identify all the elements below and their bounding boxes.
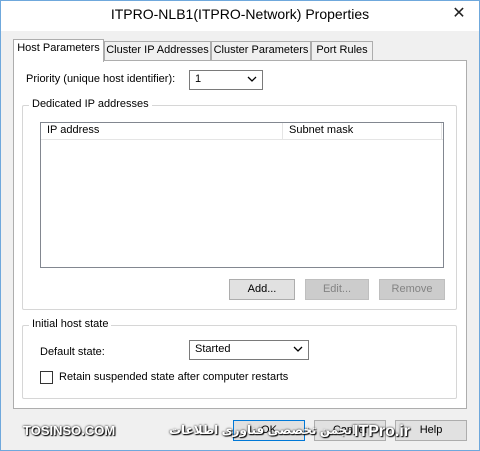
dedicated-ip-group: Dedicated IP addresses IP address Subnet… <box>22 98 457 310</box>
tab-cluster-ip-addresses[interactable]: Cluster IP Addresses <box>104 41 211 60</box>
watermark-mid: انجمن تخصصی فناوری اطلاعات <box>169 423 356 437</box>
column-ip-address[interactable]: IP address <box>41 124 99 136</box>
remove-button[interactable]: Remove <box>379 279 445 300</box>
priority-value: 1 <box>195 73 202 85</box>
default-state-value: Started <box>195 343 231 355</box>
initial-host-state-group: Initial host state Default state: Starte… <box>22 318 457 399</box>
dedicated-ip-list[interactable]: IP address Subnet mask <box>40 122 444 268</box>
window-title: ITPRO-NLB1(ITPRO-Network) Properties <box>110 6 370 22</box>
column-divider[interactable] <box>441 123 442 139</box>
default-state-label: Default state: <box>40 346 105 358</box>
tab-host-parameters[interactable]: Host Parameters <box>13 39 104 62</box>
retain-suspended-label: Retain suspended state after computer re… <box>59 371 289 383</box>
tab-cluster-parameters[interactable]: Cluster Parameters <box>211 41 311 60</box>
column-subnet-mask[interactable]: Subnet mask <box>283 124 353 136</box>
host-parameters-panel: Priority (unique host identifier): 1 Ded… <box>13 60 467 409</box>
chevron-down-icon <box>293 346 303 352</box>
watermark-right: ITPro.ir <box>354 423 411 440</box>
retain-suspended-checkbox[interactable] <box>40 371 53 384</box>
edit-button[interactable]: Edit... <box>305 279 369 300</box>
priority-select[interactable]: 1 <box>189 70 263 90</box>
initial-host-state-title: Initial host state <box>29 318 112 330</box>
priority-label: Priority (unique host identifier): <box>26 73 176 85</box>
dedicated-ip-group-title: Dedicated IP addresses <box>29 98 152 110</box>
watermark-left: TOSINSO.COM <box>23 423 116 438</box>
add-button[interactable]: Add... <box>229 279 295 300</box>
tab-port-rules[interactable]: Port Rules <box>311 41 373 60</box>
properties-dialog: ITPRO-NLB1(ITPRO-Network) Properties ✕ H… <box>0 0 480 451</box>
list-header: IP address Subnet mask <box>41 123 443 140</box>
close-icon[interactable]: ✕ <box>447 3 471 25</box>
chevron-down-icon <box>247 76 257 82</box>
default-state-select[interactable]: Started <box>189 340 309 360</box>
title-bar[interactable]: ITPRO-NLB1(ITPRO-Network) Properties ✕ <box>1 1 479 31</box>
